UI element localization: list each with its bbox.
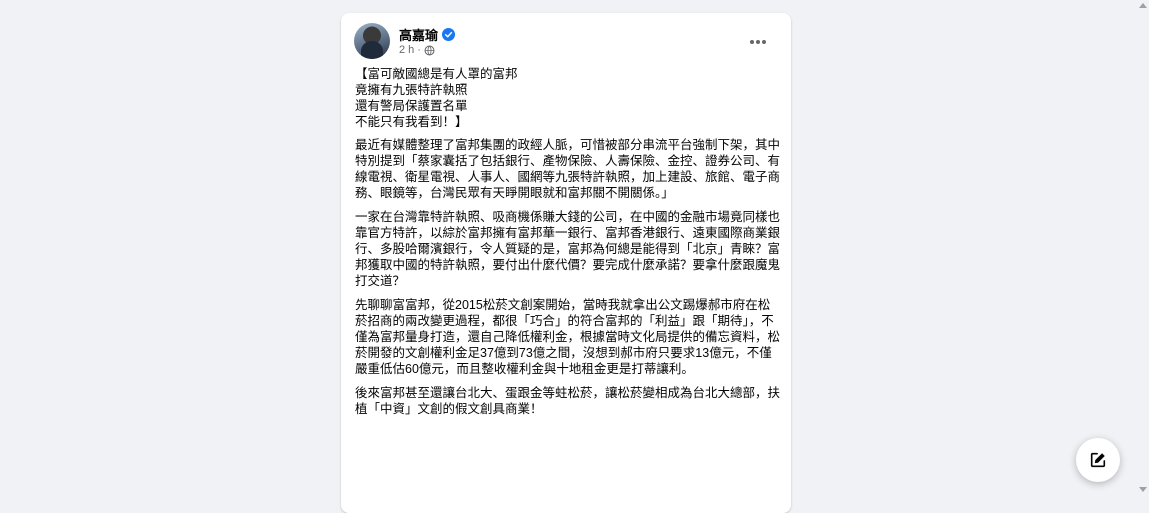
meta-separator: · <box>417 44 421 56</box>
author-row: 高嘉瑜 <box>399 25 456 44</box>
compose-button[interactable] <box>1076 438 1120 482</box>
verified-badge-icon <box>442 28 456 41</box>
headline-line: 【富可敵國總是有人罩的富邦 <box>355 67 518 81</box>
post-paragraph: 一家在台灣靠特許執照、吸商機係賺大錢的公司，在中國的金融市場竟同樣也靠官方特許，… <box>355 210 781 288</box>
scroll-down-arrow-icon[interactable] <box>1139 487 1147 492</box>
headline-line: 不能只有我看到！】 <box>355 115 468 129</box>
post-header: 高嘉瑜 2 h · <box>354 23 779 63</box>
author-name[interactable]: 高嘉瑜 <box>399 25 438 44</box>
post-paragraph: 先聊聊富富邦，從2015松菸文創案開始，當時我就拿出公文踢爆郝市府在松菸招商的兩… <box>355 298 781 376</box>
post-text: 【富可敵國總是有人罩的富邦 竟擁有九張特許執照 還有警局保護置名單 不能只有我看… <box>355 66 780 425</box>
post-paragraph: 後來富邦甚至還讓台北大、蛋跟金等蛀松菸，讓松菸變相成為台北大總部，扶植「中資」文… <box>355 386 781 416</box>
headline-line: 還有警局保護置名單 <box>355 99 468 113</box>
page-scrollbar[interactable] <box>1137 0 1149 495</box>
globe-icon <box>424 45 435 55</box>
more-options-button[interactable] <box>745 29 771 55</box>
post-headline: 【富可敵國總是有人罩的富邦 竟擁有九張特許執照 還有警局保護置名單 不能只有我看… <box>355 66 780 130</box>
post-meta: 2 h · <box>399 44 435 56</box>
headline-line: 竟擁有九張特許執照 <box>355 83 468 97</box>
author-avatar[interactable] <box>354 23 390 59</box>
compose-edit-icon <box>1090 452 1106 468</box>
more-options-icon <box>750 40 766 44</box>
scroll-up-arrow-icon[interactable] <box>1139 3 1147 8</box>
post-time[interactable]: 2 h <box>399 44 414 56</box>
post-paragraph: 最近有媒體整理了富邦集團的政經人脈，可惜被部分串流平台強制下架，其中特別提到「蔡… <box>355 138 781 200</box>
post-card: 高嘉瑜 2 h · 【富可敵國總是有人罩的富邦 竟擁有九張特許執照 還有警局保護… <box>341 13 791 513</box>
